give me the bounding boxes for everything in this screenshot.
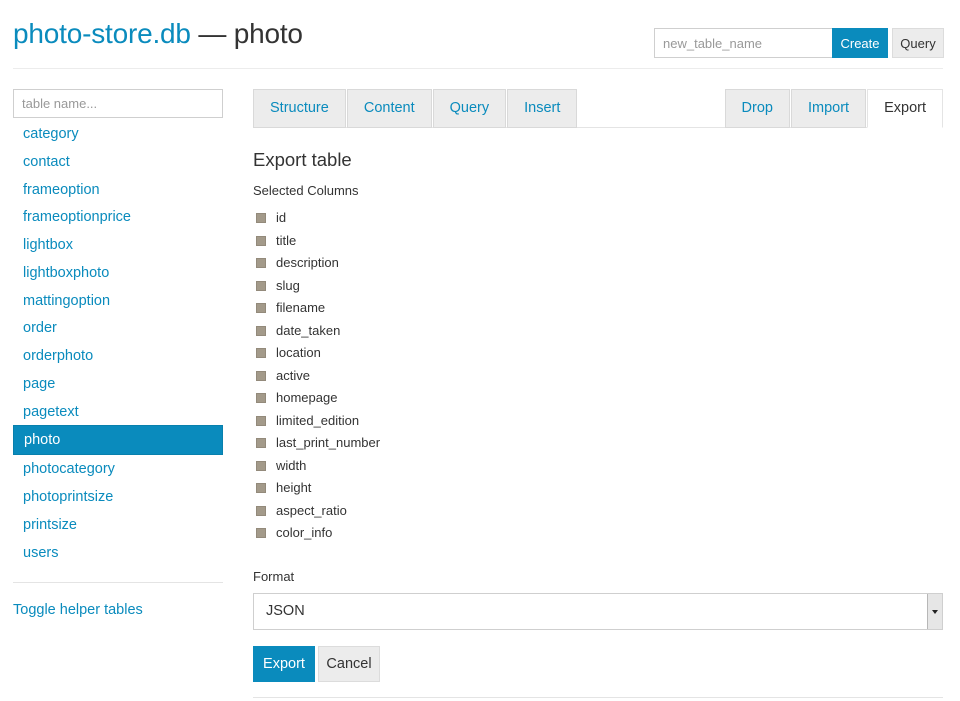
column-item[interactable]: description xyxy=(253,252,943,275)
checkbox-icon[interactable] xyxy=(256,460,266,471)
export-button[interactable]: Export xyxy=(253,645,315,682)
column-item[interactable]: filename xyxy=(253,297,943,320)
sidebar-divider xyxy=(13,582,223,584)
sidebar-item-photoprintsize[interactable]: photoprintsize xyxy=(13,483,223,511)
dropdown-arrow-icon[interactable] xyxy=(927,593,942,629)
sidebar: categorycontactframeoptionframeoptionpri… xyxy=(13,89,223,618)
new-table-name-input[interactable] xyxy=(654,28,832,58)
sidebar-item-lightbox[interactable]: lightbox xyxy=(13,231,223,259)
column-label: width xyxy=(276,457,307,473)
table-name: photo xyxy=(233,18,303,49)
checkbox-icon[interactable] xyxy=(256,370,266,381)
tab-import[interactable]: Import xyxy=(790,89,867,128)
column-label: id xyxy=(276,210,287,226)
checkbox-icon[interactable] xyxy=(256,415,266,426)
title-separator: — xyxy=(190,18,234,49)
column-label: description xyxy=(276,255,339,271)
tab-drop[interactable]: Drop xyxy=(724,89,790,128)
tabs-right: Drop Import Export xyxy=(724,89,943,128)
sidebar-item-contact[interactable]: contact xyxy=(13,148,223,176)
column-list: id title description slug filename date_taken… xyxy=(253,207,943,545)
checkbox-icon[interactable] xyxy=(256,280,266,291)
column-label: homepage xyxy=(276,390,338,406)
checkbox-icon[interactable] xyxy=(256,325,266,336)
column-label: color_info xyxy=(276,525,333,541)
column-label: title xyxy=(276,232,297,248)
column-item[interactable]: title xyxy=(253,230,943,253)
checkbox-icon[interactable] xyxy=(256,235,266,246)
sidebar-item-frameoption[interactable]: frameoption xyxy=(13,176,223,204)
selected-columns-label: Selected Columns xyxy=(253,183,359,198)
tab-structure[interactable]: Structure xyxy=(253,89,346,128)
database-name-link[interactable]: photo-store.db xyxy=(13,18,191,49)
main-content: Structure Content Query Insert Drop Import Ex… xyxy=(253,89,943,698)
column-label: active xyxy=(276,367,310,383)
toggle-helper-tables-link[interactable]: Toggle helper tables xyxy=(13,602,223,618)
sidebar-item-photocategory[interactable]: photocategory xyxy=(13,455,223,483)
checkbox-icon[interactable] xyxy=(256,438,266,449)
tab-export[interactable]: Export xyxy=(867,89,943,128)
checkbox-icon[interactable] xyxy=(256,528,266,539)
column-item[interactable]: active xyxy=(253,365,943,388)
sidebar-item-category[interactable]: category xyxy=(13,120,223,148)
column-label: filename xyxy=(276,300,326,316)
checkbox-icon[interactable] xyxy=(256,505,266,516)
sidebar-item-frameoptionprice[interactable]: frameoptionprice xyxy=(13,203,223,231)
sidebar-item-order[interactable]: order xyxy=(13,314,223,342)
bottom-divider xyxy=(253,696,943,698)
column-item[interactable]: location xyxy=(253,342,943,365)
table-list: category contact frameoption frameoptionpri… xyxy=(13,120,223,566)
column-item[interactable]: homepage xyxy=(253,387,943,410)
sidebar-item-users[interactable]: users xyxy=(13,539,223,567)
checkbox-icon[interactable] xyxy=(256,348,266,359)
sidebar-item-printsize[interactable]: printsize xyxy=(13,511,223,539)
cancel-button[interactable]: Cancel xyxy=(318,645,380,682)
sidebar-item-mattingoption[interactable]: mattingoption xyxy=(13,287,223,315)
tab-bar: Structure Content Query Insert Drop Import Ex… xyxy=(253,89,943,128)
column-label: height xyxy=(276,480,312,496)
column-item[interactable]: last_print_number xyxy=(253,432,943,455)
column-item[interactable]: date_taken xyxy=(253,320,943,343)
tab-insert[interactable]: Insert xyxy=(507,89,578,128)
column-label: last_print_number xyxy=(276,435,381,451)
header-divider xyxy=(13,68,943,69)
column-item[interactable]: color_info xyxy=(253,522,943,545)
column-item[interactable]: height xyxy=(253,477,943,500)
sidebar-item-lightboxphoto[interactable]: lightboxphoto xyxy=(13,259,223,287)
column-label: limited_edition xyxy=(276,412,360,428)
column-item[interactable]: aspect_ratio xyxy=(253,500,943,523)
column-label: slug xyxy=(276,277,300,293)
form-actions: Export Cancel xyxy=(253,645,943,682)
column-item[interactable]: id xyxy=(253,207,943,230)
tab-query[interactable]: Query xyxy=(432,89,507,128)
tab-content[interactable]: Content xyxy=(346,89,432,128)
column-item[interactable]: slug xyxy=(253,275,943,298)
page-title: photo-store.db — photo xyxy=(13,18,303,50)
format-label: Format xyxy=(253,568,295,584)
column-item[interactable]: limited_edition xyxy=(253,410,943,433)
column-label: aspect_ratio xyxy=(276,502,347,518)
format-select[interactable]: JSON xyxy=(253,592,943,630)
tabs-left: Structure Content Query Insert xyxy=(253,89,578,128)
format-selected-value: JSON xyxy=(266,602,305,619)
sidebar-item-page[interactable]: page xyxy=(13,370,223,398)
checkbox-icon[interactable] xyxy=(256,483,266,494)
column-label: location xyxy=(276,345,321,361)
sidebar-item-orderphoto[interactable]: orderphoto xyxy=(13,342,223,370)
checkbox-icon[interactable] xyxy=(256,303,266,314)
query-button[interactable]: Query xyxy=(892,28,944,58)
create-table-form: Create Query xyxy=(654,28,944,58)
table-filter-input[interactable] xyxy=(13,89,223,118)
sidebar-item-photo[interactable]: photo xyxy=(13,425,223,456)
checkbox-icon[interactable] xyxy=(256,213,266,224)
sidebar-item-pagetext[interactable]: pagetext xyxy=(13,398,223,426)
checkbox-icon[interactable] xyxy=(256,258,266,269)
create-button[interactable]: Create xyxy=(832,28,888,58)
column-item[interactable]: width xyxy=(253,455,943,478)
checkbox-icon[interactable] xyxy=(256,393,266,404)
export-title: Export table xyxy=(253,149,352,170)
column-label: date_taken xyxy=(276,322,341,338)
